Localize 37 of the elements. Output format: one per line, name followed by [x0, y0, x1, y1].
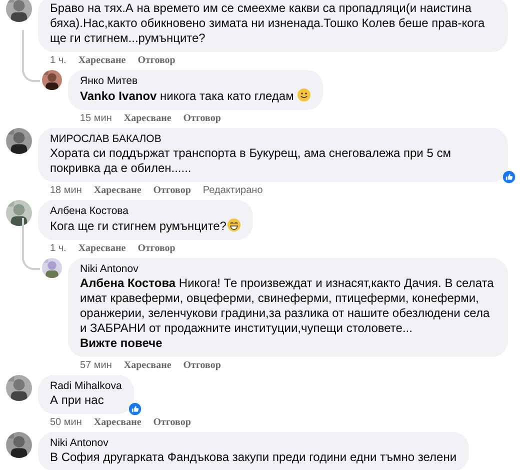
reply-link[interactable]: Отговор	[138, 243, 176, 254]
like-link[interactable]: Харесване	[94, 417, 142, 428]
author-name[interactable]: Niki Antonov	[50, 437, 457, 449]
reply-link[interactable]: Отговор	[183, 113, 221, 124]
author-name[interactable]: МИРОСЛАВ БАКАЛОВ	[50, 133, 496, 145]
like-link[interactable]: Харесване	[94, 185, 142, 196]
thread-line	[22, 30, 40, 82]
comment-time: 15 мин	[80, 113, 112, 124]
grinning-face-icon	[227, 218, 242, 232]
like-link[interactable]: Харесване	[78, 243, 126, 254]
comment-text: А при нас	[50, 393, 105, 408]
see-more-link[interactable]: Вижте повече	[80, 336, 162, 350]
comment-time: 57 мин	[80, 360, 112, 371]
author-name[interactable]: Янко Митев	[80, 75, 311, 87]
comment-text: Vanko Ivanov никога така като гледам	[80, 88, 311, 104]
comment-time: 50 мин	[50, 417, 82, 428]
comment-time: 18 мин	[50, 185, 82, 196]
comment-text: В София другарката Фандъкова закупи преди години едни тъмно зелени	[50, 450, 457, 465]
like-link[interactable]: Харесване	[124, 360, 172, 371]
author-name[interactable]: Niki Antonov	[80, 263, 496, 275]
smiley-icon	[296, 88, 311, 102]
like-link[interactable]: Харесване	[124, 113, 172, 124]
edited-label: Редактирано	[202, 185, 263, 196]
author-name[interactable]: Албена Костова	[50, 205, 242, 217]
thread-line	[22, 218, 40, 270]
comment-time: 1 ч.	[50, 55, 66, 66]
reply-link[interactable]: Отговор	[153, 185, 191, 196]
reply-link[interactable]: Отговор	[183, 360, 221, 371]
comment-text: Кога ще ги стигнем румънците?	[50, 218, 242, 234]
comment-time: 1 ч.	[50, 243, 66, 254]
comment-text: Хората си поддържат транспорта в Букурещ, ама снеговалежа при 5 см покривка да е обилен......	[50, 146, 452, 176]
like-link[interactable]: Харесване	[78, 55, 126, 66]
author-name[interactable]: Radi Mihalkova	[50, 380, 122, 392]
comment-text: Браво на тях.А на времето им се смеехме какви са пропадляци(и наистина бяха).Нас,както обикновено зимата ни изненада.Тошко Колев беше прав-кога ще ги стигнем...румънците?	[50, 1, 486, 46]
reply-link[interactable]: Отговор	[138, 55, 176, 66]
comment-text: Албена Костова Никога! Те произвеждат и изнасят,както Дачия. В селата имат кравеферми, овцеферми, свинеферми, птицеферми, конеферми, оранжерии, зеленчукови градини,за разлика от нашите обезлюдени села и ЗАБРАНИ от продажните институции,чупещи столовете... Вижте повече	[80, 276, 495, 351]
reply-link[interactable]: Отговор	[153, 417, 191, 428]
